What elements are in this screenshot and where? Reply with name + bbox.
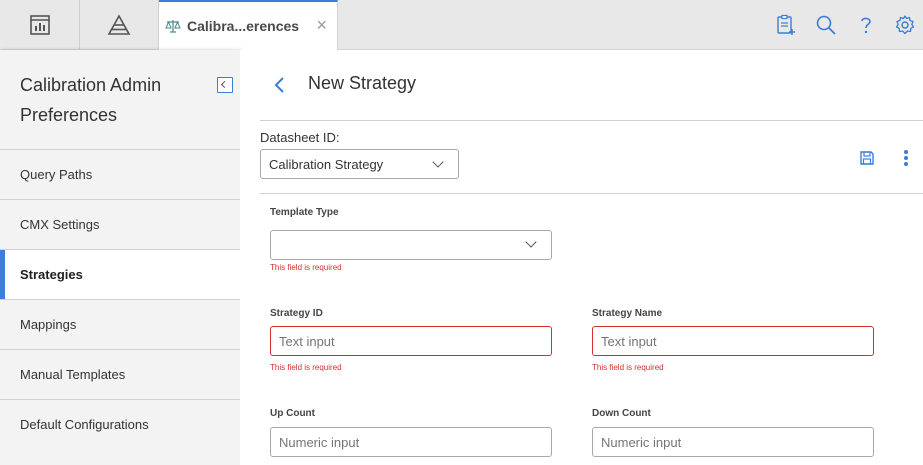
sidebar-list: Query Paths CMX Settings Strategies Mapp…: [0, 149, 240, 449]
datasheet-value: Calibration Strategy: [269, 157, 384, 172]
chevron-down-icon: [525, 236, 537, 248]
down-count-input[interactable]: [592, 427, 874, 457]
down-count-label: Down Count: [592, 408, 651, 419]
sidebar-item-manual-templates[interactable]: Manual Templates: [0, 349, 240, 399]
strategy-name-label: Strategy Name: [592, 308, 663, 319]
close-icon[interactable]: ×: [316, 16, 327, 34]
strategy-name-input[interactable]: [592, 326, 874, 356]
collapse-sidebar-icon[interactable]: [217, 77, 233, 93]
dashboard-icon: [29, 14, 50, 35]
sidebar-item-label: Mappings: [20, 317, 77, 332]
top-bar: Calibra...erences ×: [0, 0, 923, 50]
sidebar: Calibration Admin Preferences Query Path…: [0, 50, 240, 465]
sidebar-item-label: Query Paths: [20, 167, 93, 182]
strategy-id-input[interactable]: [270, 326, 552, 356]
gear-icon[interactable]: [894, 14, 916, 36]
sidebar-title: Calibration Admin Preferences: [20, 75, 162, 125]
sidebar-item-strategies[interactable]: Strategies: [0, 249, 240, 299]
pyramid-icon: [107, 13, 131, 35]
clipboard-add-icon[interactable]: [775, 14, 797, 36]
scale-icon: [165, 20, 181, 33]
divider: [260, 193, 923, 194]
back-icon[interactable]: [270, 75, 290, 95]
divider: [260, 120, 923, 121]
sidebar-item-cmx-settings[interactable]: CMX Settings: [0, 199, 240, 249]
up-count-label: Up Count: [270, 408, 315, 419]
help-icon[interactable]: [855, 14, 877, 36]
tab-calibration-preferences[interactable]: Calibra...erences ×: [159, 0, 338, 50]
sidebar-item-query-paths[interactable]: Query Paths: [0, 149, 240, 199]
template-type-error: This field is required: [270, 263, 342, 272]
datasheet-select[interactable]: Calibration Strategy: [260, 149, 459, 179]
sidebar-item-label: Strategies: [20, 267, 83, 282]
search-icon[interactable]: [815, 14, 837, 36]
template-type-select[interactable]: [270, 230, 552, 260]
tab-label: Calibra...erences: [187, 18, 300, 34]
sidebar-item-label: Default Configurations: [20, 417, 149, 432]
save-icon[interactable]: [859, 150, 875, 166]
chevron-down-icon: [432, 156, 444, 168]
strategy-id-error: This field is required: [270, 363, 342, 372]
sidebar-item-label: CMX Settings: [20, 217, 100, 232]
sidebar-item-mappings[interactable]: Mappings: [0, 299, 240, 349]
main-panel: New Strategy Datasheet ID: Calibration S…: [240, 50, 923, 465]
sidebar-item-default-configurations[interactable]: Default Configurations: [0, 399, 240, 449]
up-count-input[interactable]: [270, 427, 552, 457]
dashboard-button[interactable]: [0, 0, 80, 49]
strategy-name-error: This field is required: [592, 363, 664, 372]
pyramid-button[interactable]: [80, 0, 159, 49]
more-options-icon[interactable]: [904, 150, 910, 166]
sidebar-item-label: Manual Templates: [20, 367, 126, 382]
page-title: New Strategy: [308, 73, 417, 93]
strategy-id-label: Strategy ID: [270, 308, 323, 319]
template-type-label: Template Type: [270, 207, 339, 218]
datasheet-label: Datasheet ID:: [260, 130, 340, 145]
